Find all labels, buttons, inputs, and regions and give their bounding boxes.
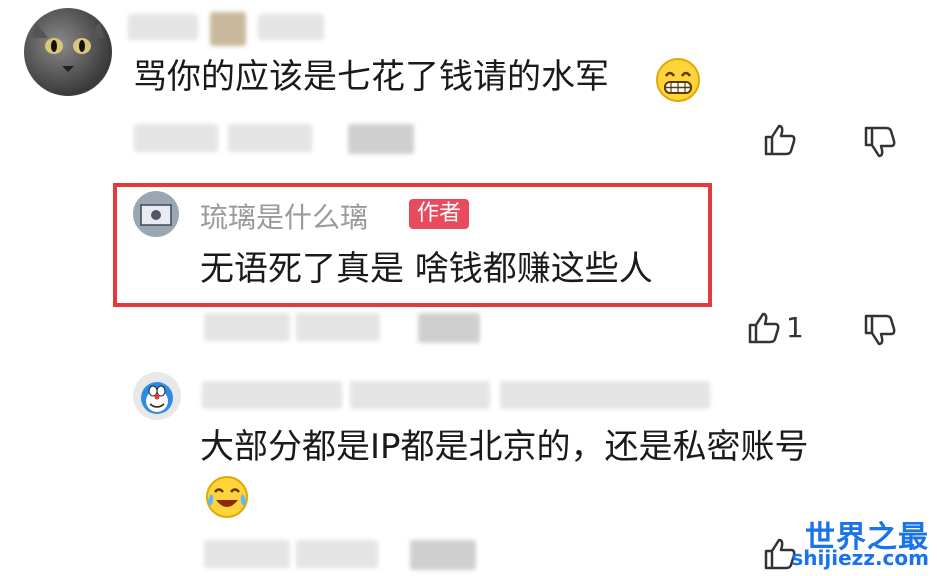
grin-emoji <box>654 56 702 108</box>
photo-avatar-icon <box>140 204 172 226</box>
dislike-button[interactable] <box>862 312 898 348</box>
comment-text: 骂你的应该是七花了钱请的水军 <box>133 57 609 97</box>
cat-face-icon <box>32 22 104 72</box>
cat-avatar[interactable] <box>24 8 112 96</box>
user-avatar[interactable] <box>133 191 179 237</box>
like-button[interactable] <box>746 310 782 346</box>
thumbs-up-icon <box>764 124 796 156</box>
like-count: 1 <box>786 311 804 344</box>
comment-text: 大部分都是IP都是北京的，还是私密账号 <box>200 427 809 467</box>
watermark-url: shijiezz.com <box>791 546 929 570</box>
thumbs-down-icon <box>864 126 896 158</box>
doraemon-icon <box>141 382 173 414</box>
thumbs-up-icon <box>748 312 780 344</box>
thumbs-down-icon <box>864 314 896 346</box>
username[interactable]: 琉璃是什么璃 <box>200 196 368 236</box>
dislike-button[interactable] <box>862 124 898 160</box>
like-button[interactable] <box>762 122 798 158</box>
comment-text: 无语死了真是 啥钱都赚这些人 <box>200 249 653 289</box>
tears-of-joy-emoji <box>204 474 250 524</box>
author-badge: 作者 <box>409 199 470 229</box>
doraemon-avatar[interactable] <box>133 372 181 420</box>
